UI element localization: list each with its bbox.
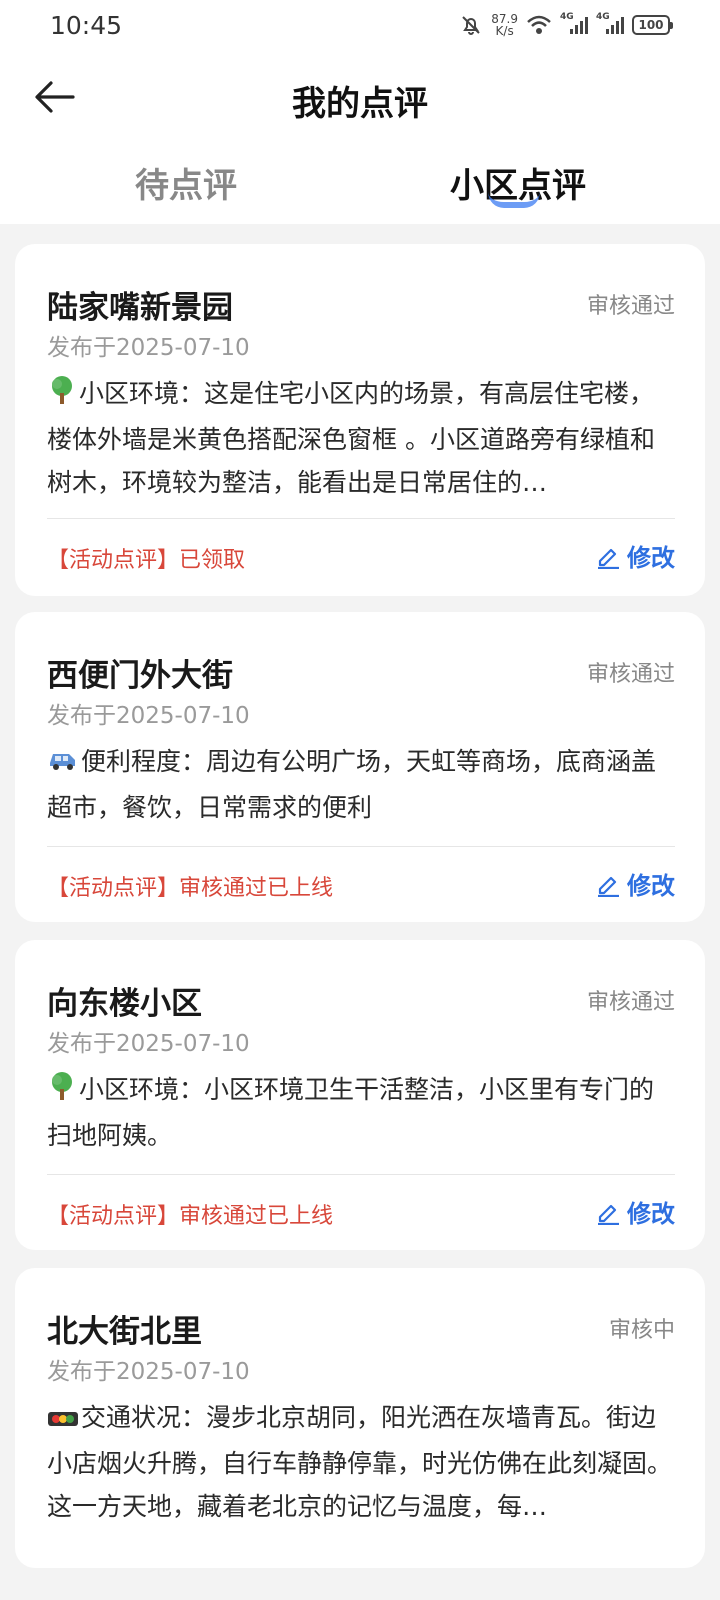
- activity-status: 【活动点评】审核通过已上线: [47, 876, 334, 901]
- edit-button[interactable]: 修改: [595, 1194, 675, 1229]
- bell-muted-icon: [462, 16, 480, 35]
- edit-pencil-icon: [598, 1204, 619, 1225]
- review-content: 便利程度：周边有公明广场，天虹等商场，底商涵盖超市，餐饮，日常需求的便利: [47, 740, 675, 829]
- traffic-light-icon: [47, 1399, 79, 1442]
- review-status: 审核通过: [586, 662, 675, 687]
- edit-pencil-icon: [598, 548, 619, 569]
- status-icons: 87.9 K/s 4G 4G 100: [459, 12, 673, 38]
- tree-icon: [47, 1071, 77, 1114]
- divider: [47, 846, 675, 847]
- cell-signal-icon: 4G: [560, 12, 588, 34]
- community-name: 向东楼小区: [47, 986, 202, 1022]
- activity-status: 【活动点评】已领取: [47, 548, 246, 573]
- status-time: 10:45: [50, 10, 123, 40]
- review-status: 审核通过: [586, 990, 675, 1015]
- review-card[interactable]: 北大街北里 审核中 发布于2025-07-10 交通状况：漫步北京胡同，阳光洒在…: [15, 1268, 705, 1568]
- cell-signal-icon: 4G: [596, 12, 624, 34]
- review-card[interactable]: 西便门外大街 审核通过 发布于2025-07-10 便利程度：周边有公明广场，天…: [15, 612, 705, 922]
- tree-icon: [47, 375, 77, 418]
- review-status: 审核通过: [586, 294, 675, 319]
- divider: [47, 1174, 675, 1175]
- review-status: 审核中: [608, 1318, 675, 1343]
- publish-date: 发布于2025-07-10: [47, 335, 250, 361]
- review-card[interactable]: 陆家嘴新景园 审核通过 发布于2025-07-10 小区环境：这是住宅小区内的场…: [15, 244, 705, 596]
- review-card[interactable]: 向东楼小区 审核通过 发布于2025-07-10 小区环境：小区环境卫生干活整洁…: [15, 940, 705, 1250]
- page-title: 我的点评: [292, 84, 428, 124]
- header: 我的点评 待点评 小区点评: [0, 50, 720, 224]
- publish-date: 发布于2025-07-10: [47, 1031, 250, 1057]
- battery-icon: 100: [632, 15, 673, 35]
- edit-button[interactable]: 修改: [595, 538, 675, 573]
- car-icon: [47, 743, 79, 786]
- publish-date: 发布于2025-07-10: [47, 1359, 250, 1385]
- wifi-icon: [527, 15, 551, 34]
- divider: [47, 518, 675, 519]
- review-content: 小区环境：小区环境卫生干活整洁，小区里有专门的扫地阿姨。: [47, 1068, 675, 1157]
- review-content: 交通状况：漫步北京胡同，阳光洒在灰墙青瓦。街边小店烟火升腾，自行车静静停靠，时光…: [47, 1396, 675, 1528]
- status-bar: 10:45 87.9 K/s 4G 4G 100: [0, 0, 720, 50]
- community-name: 陆家嘴新景园: [47, 290, 233, 326]
- review-content: 小区环境：这是住宅小区内的场景，有高层住宅楼，楼体外墙是米黄色搭配深色窗框 。小…: [47, 372, 675, 504]
- publish-date: 发布于2025-07-10: [47, 703, 250, 729]
- tab-pending-review[interactable]: 待点评: [86, 158, 286, 207]
- community-name: 西便门外大街: [47, 658, 233, 694]
- community-name: 北大街北里: [47, 1314, 202, 1350]
- activity-status: 【活动点评】审核通过已上线: [47, 1204, 334, 1229]
- edit-pencil-icon: [598, 876, 619, 897]
- net-speed: 87.9 K/s: [491, 12, 518, 38]
- active-tab-indicator: [488, 192, 540, 208]
- edit-button[interactable]: 修改: [595, 866, 675, 901]
